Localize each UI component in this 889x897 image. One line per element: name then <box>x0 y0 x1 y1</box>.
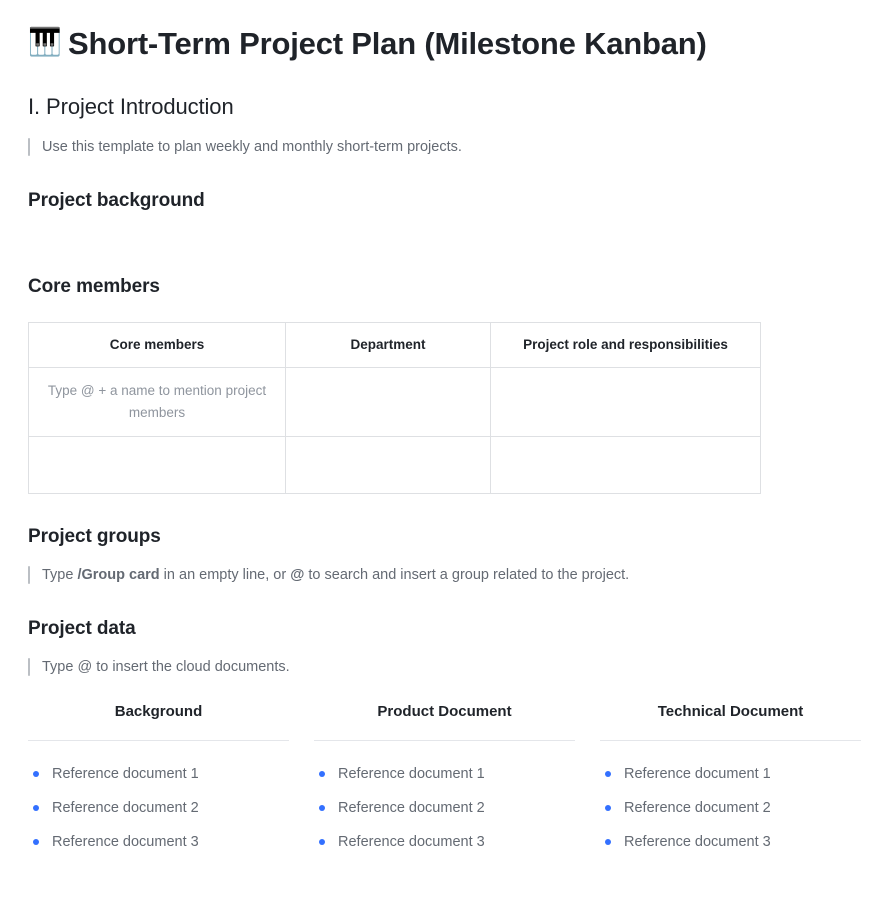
page-title[interactable]: 🎹 Short-Term Project Plan (Milestone Kan… <box>28 0 861 66</box>
table-header-project-role[interactable]: Project role and responsibilities <box>491 323 761 368</box>
column-title-product-document[interactable]: Product Document <box>314 700 575 724</box>
table-cell-project-role-1[interactable] <box>491 368 761 437</box>
list-item-label: Reference document 1 <box>338 766 485 782</box>
table-cell-department-2[interactable] <box>286 437 491 494</box>
core-members-table[interactable]: Core members Department Project role and… <box>28 322 761 494</box>
heading-project-introduction[interactable]: I. Project Introduction <box>28 66 861 122</box>
reference-list-technical-document: Reference document 1 Reference document … <box>600 741 861 853</box>
heading-core-members[interactable]: Core members <box>28 244 861 300</box>
quote-project-data-text: Type @ to insert the cloud documents. <box>42 659 290 675</box>
list-item-label: Reference document 2 <box>624 800 771 816</box>
list-item-label: Reference document 1 <box>624 766 771 782</box>
bullet-icon <box>33 805 39 811</box>
table-cell-project-role-2[interactable] <box>491 437 761 494</box>
bullet-icon <box>319 839 325 845</box>
column-background: Background Reference document 1 Referenc… <box>28 700 289 853</box>
table-header-row: Core members Department Project role and… <box>29 323 761 368</box>
list-item-label: Reference document 3 <box>52 834 199 850</box>
quote-project-groups-command: /Group card <box>77 567 159 583</box>
quote-project-groups-after: to search and insert a group related to … <box>304 567 629 583</box>
heading-project-background[interactable]: Project background <box>28 158 861 214</box>
heading-project-data[interactable]: Project data <box>28 586 861 642</box>
list-item[interactable]: Reference document 3 <box>600 831 861 853</box>
quote-project-data[interactable]: Type @ to insert the cloud documents. <box>28 642 861 678</box>
table-row <box>29 437 761 494</box>
musical-keyboard-icon: 🎹 <box>28 29 58 59</box>
table-row: Type @ + a name to mention project membe… <box>29 368 761 437</box>
empty-paragraph-project-background[interactable] <box>28 214 861 244</box>
list-item[interactable]: Reference document 3 <box>28 831 289 853</box>
bullet-icon <box>319 771 325 777</box>
list-item[interactable]: Reference document 1 <box>600 763 861 785</box>
quote-project-groups[interactable]: Type /Group card in an empty line, or @ … <box>28 550 861 586</box>
bullet-icon <box>319 805 325 811</box>
list-item-label: Reference document 2 <box>338 800 485 816</box>
list-item[interactable]: Reference document 3 <box>314 831 575 853</box>
bullet-icon <box>605 805 611 811</box>
document-page: 🎹 Short-Term Project Plan (Milestone Kan… <box>0 0 889 897</box>
reference-list-background: Reference document 1 Reference document … <box>28 741 289 853</box>
bullet-icon <box>605 839 611 845</box>
column-title-technical-document[interactable]: Technical Document <box>600 700 861 724</box>
table-cell-department-1[interactable] <box>286 368 491 437</box>
table-cell-core-members-1[interactable]: Type @ + a name to mention project membe… <box>29 368 286 437</box>
list-item[interactable]: Reference document 1 <box>314 763 575 785</box>
table-header-department[interactable]: Department <box>286 323 491 368</box>
quote-project-groups-middle: in an empty line, or <box>160 567 291 583</box>
table-header-core-members[interactable]: Core members <box>29 323 286 368</box>
list-item[interactable]: Reference document 2 <box>600 797 861 819</box>
core-members-table-wrapper: Core members Department Project role and… <box>28 300 861 494</box>
bullet-icon <box>605 771 611 777</box>
table-cell-core-members-2[interactable] <box>29 437 286 494</box>
quote-project-introduction-text: Use this template to plan weekly and mon… <box>42 139 462 155</box>
quote-project-groups-at-symbol: @ <box>290 567 304 583</box>
column-technical-document: Technical Document Reference document 1 … <box>600 700 861 853</box>
list-item-label: Reference document 1 <box>52 766 199 782</box>
bullet-icon <box>33 771 39 777</box>
list-item-label: Reference document 3 <box>338 834 485 850</box>
list-item-label: Reference document 3 <box>624 834 771 850</box>
reference-list-product-document: Reference document 1 Reference document … <box>314 741 575 853</box>
list-item[interactable]: Reference document 2 <box>28 797 289 819</box>
column-product-document: Product Document Reference document 1 Re… <box>314 700 575 853</box>
list-item[interactable]: Reference document 2 <box>314 797 575 819</box>
list-item[interactable]: Reference document 1 <box>28 763 289 785</box>
quote-project-introduction[interactable]: Use this template to plan weekly and mon… <box>28 122 861 158</box>
page-title-text: Short-Term Project Plan (Milestone Kanba… <box>68 22 707 66</box>
column-title-background[interactable]: Background <box>28 700 289 724</box>
quote-project-groups-before: Type <box>42 567 77 583</box>
document-columns: Background Reference document 1 Referenc… <box>28 678 861 853</box>
list-item-label: Reference document 2 <box>52 800 199 816</box>
bullet-icon <box>33 839 39 845</box>
heading-project-groups[interactable]: Project groups <box>28 494 861 550</box>
